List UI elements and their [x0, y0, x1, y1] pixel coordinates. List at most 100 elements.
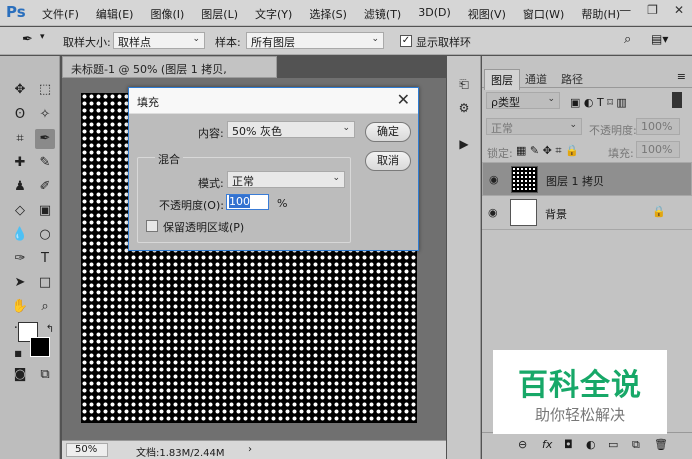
tab-layers[interactable]: 图层 — [484, 69, 520, 90]
zoom-level[interactable]: 50% — [66, 443, 108, 457]
screen-mode-icon[interactable]: ⧉ — [35, 365, 55, 385]
tool-preset-chevron-icon[interactable]: ▾ — [40, 32, 45, 42]
photoshop-logo: Ps — [6, 3, 26, 21]
search-icon[interactable]: ⌕ — [624, 32, 631, 47]
tab-paths[interactable]: 路径 — [555, 69, 589, 89]
layers-footer: ⊖ fx ◘ ◐ ▭ ⧉ 🗑 — [482, 432, 692, 459]
swap-colors-icon[interactable]: ↰ — [40, 320, 60, 340]
layer-opacity-input[interactable]: 100% — [636, 118, 680, 135]
contents-select[interactable]: 50% 灰色 ⌄ — [227, 121, 355, 138]
options-bar: ✒ ▾ 取样大小: 取样点 ⌄ 样本: 所有图层 ⌄ ✓ 显示取样环 ⌕ ▤▾ — [0, 27, 692, 55]
cancel-button[interactable]: 取消 — [365, 151, 411, 171]
adjustment-layer-icon[interactable]: ◐ — [586, 438, 596, 451]
quick-mask-icon[interactable]: ◙ — [10, 365, 30, 385]
pen-tool-icon[interactable]: ✑ — [10, 249, 30, 269]
contents-label: 内容: — [198, 127, 224, 140]
close-icon[interactable]: ✕ — [397, 90, 410, 109]
opacity-input[interactable]: 100 — [226, 194, 269, 210]
magic-wand-icon[interactable]: ✧ — [35, 105, 55, 125]
layer-name: 背景 — [545, 208, 567, 221]
fill-dialog: 填充 ✕ 内容: 50% 灰色 ⌄ 确定 取消 混合 模式: 正常 ⌄ 不透明度(O… — [128, 87, 419, 251]
status-menu-icon[interactable]: › — [248, 444, 252, 455]
dialog-title: 填充 — [137, 96, 159, 109]
tab-channels[interactable]: 通道 — [519, 69, 553, 89]
layer-row[interactable]: ◉ 图层 1 拷贝 — [482, 162, 692, 196]
menu-window[interactable]: 窗口(W) — [523, 6, 564, 22]
history-brush-icon[interactable]: ✐ — [35, 177, 55, 197]
sample-size-select[interactable]: 取样点 ⌄ — [113, 32, 205, 49]
layer-opacity-value: 100% — [641, 120, 673, 133]
restore-icon[interactable]: ❐ — [647, 3, 658, 17]
ok-button[interactable]: 确定 — [365, 122, 411, 142]
close-icon[interactable]: ✕ — [674, 3, 684, 17]
menu-image[interactable]: 图像(I) — [150, 6, 184, 22]
chevron-down-icon: ⌄ — [332, 173, 340, 183]
fx-icon[interactable]: fx — [542, 438, 552, 451]
menu-filter[interactable]: 滤镜(T) — [364, 6, 401, 22]
sample-size-label: 取样大小: — [63, 36, 111, 49]
mode-select[interactable]: 正常 ⌄ — [227, 171, 345, 188]
document-tab[interactable]: 未标题-1 @ 50% (图层 1 拷贝, RGB/8#) * × — [62, 56, 277, 90]
new-group-icon[interactable]: ▭ — [608, 438, 618, 451]
filter-toggle[interactable] — [672, 92, 682, 108]
eye-icon[interactable]: ◉ — [488, 206, 498, 219]
zoom-tool-icon[interactable]: ⌕ — [35, 297, 55, 317]
dodge-tool-icon[interactable]: ○ — [35, 225, 55, 245]
menu-select[interactable]: 选择(S) — [309, 6, 347, 22]
menu-file[interactable]: 文件(F) — [42, 6, 79, 22]
type-tool-icon[interactable]: T — [35, 249, 55, 269]
delete-layer-icon[interactable]: 🗑 — [654, 438, 668, 451]
sample-label: 样本: — [215, 36, 241, 49]
eye-icon[interactable]: ◉ — [489, 173, 499, 186]
fill-input[interactable]: 100% — [636, 141, 680, 158]
watermark: 百科全说 助你轻松解决 — [493, 350, 667, 434]
menu-edit[interactable]: 编辑(E) — [96, 6, 134, 22]
move-tool-icon[interactable]: ✥ — [10, 80, 30, 100]
sample-select[interactable]: 所有图层 ⌄ — [246, 32, 384, 49]
workspace-icon[interactable]: ▤▾ — [651, 32, 668, 46]
gradient-tool-icon[interactable]: ▣ — [35, 201, 55, 221]
layer-thumbnail — [510, 199, 537, 226]
dialog-titlebar: 填充 ✕ — [129, 88, 418, 114]
actions-play-icon[interactable]: ▶ — [454, 134, 474, 154]
brush-tool-icon[interactable]: ✎ — [35, 153, 55, 173]
menu-type[interactable]: 文字(Y) — [255, 6, 292, 22]
mode-label: 模式: — [198, 177, 224, 190]
hand-tool-icon[interactable]: ✋ — [10, 297, 30, 317]
blur-tool-icon[interactable]: 💧 — [10, 225, 30, 245]
background-color-swatch[interactable] — [30, 337, 50, 357]
eraser-tool-icon[interactable]: ◇ — [10, 201, 30, 221]
lasso-tool-icon[interactable]: ʘ — [10, 105, 30, 125]
menu-view[interactable]: 视图(V) — [468, 6, 506, 22]
marquee-tool-icon[interactable]: ⬚ — [35, 80, 55, 100]
panel-menu-icon[interactable]: ≡ — [677, 70, 686, 83]
rectangle-tool-icon[interactable]: □ — [35, 273, 55, 293]
status-bar: 50% 文档:1.83M/2.44M › — [62, 440, 446, 459]
new-layer-icon[interactable]: ⧉ — [632, 438, 640, 452]
properties-panel-icon[interactable]: ⚙ — [454, 98, 474, 118]
default-colors-icon[interactable]: ■ — [8, 344, 28, 364]
path-selection-icon[interactable]: ➤ — [10, 273, 30, 293]
preserve-transparency-checkbox[interactable] — [146, 220, 158, 232]
show-ring-checkbox[interactable]: ✓ — [400, 35, 412, 47]
menu-layer[interactable]: 图层(L) — [201, 6, 238, 22]
layer-filter-value: ρ类型 — [491, 96, 520, 109]
layer-filter-select[interactable]: ρ类型 ⌄ — [486, 92, 560, 109]
eyedropper-icon[interactable]: ✒ — [22, 32, 33, 47]
layer-row[interactable]: ◉ 背景 🔒 — [482, 196, 692, 230]
healing-brush-icon[interactable]: ✚ — [10, 153, 30, 173]
blend-mode-select[interactable]: 正常 ⌄ — [486, 118, 582, 135]
menu-items: 文件(F) 编辑(E) 图像(I) 图层(L) 文字(Y) 选择(S) 滤镜(T… — [42, 6, 620, 22]
link-layers-icon[interactable]: ⊖ — [518, 438, 527, 451]
minimize-icon[interactable]: — — [619, 3, 631, 17]
clone-stamp-icon[interactable]: ♟ — [10, 177, 30, 197]
history-panel-icon[interactable]: ⎗ — [454, 74, 474, 94]
crop-tool-icon[interactable]: ⌗ — [10, 129, 30, 149]
add-mask-icon[interactable]: ◘ — [564, 438, 573, 451]
menu-3d[interactable]: 3D(D) — [418, 6, 451, 22]
menu-help[interactable]: 帮助(H) — [581, 6, 620, 22]
lock-icons[interactable]: ▦ ✎ ✥ ⌗ 🔒 — [516, 144, 579, 158]
panel-tabs: 图层 通道 路径 ≡ — [482, 66, 692, 90]
eyedropper-tool-icon[interactable]: ✒ — [35, 129, 55, 149]
filter-type-icons[interactable]: ▣ ◐ T ⌑ ▥ — [570, 96, 627, 109]
